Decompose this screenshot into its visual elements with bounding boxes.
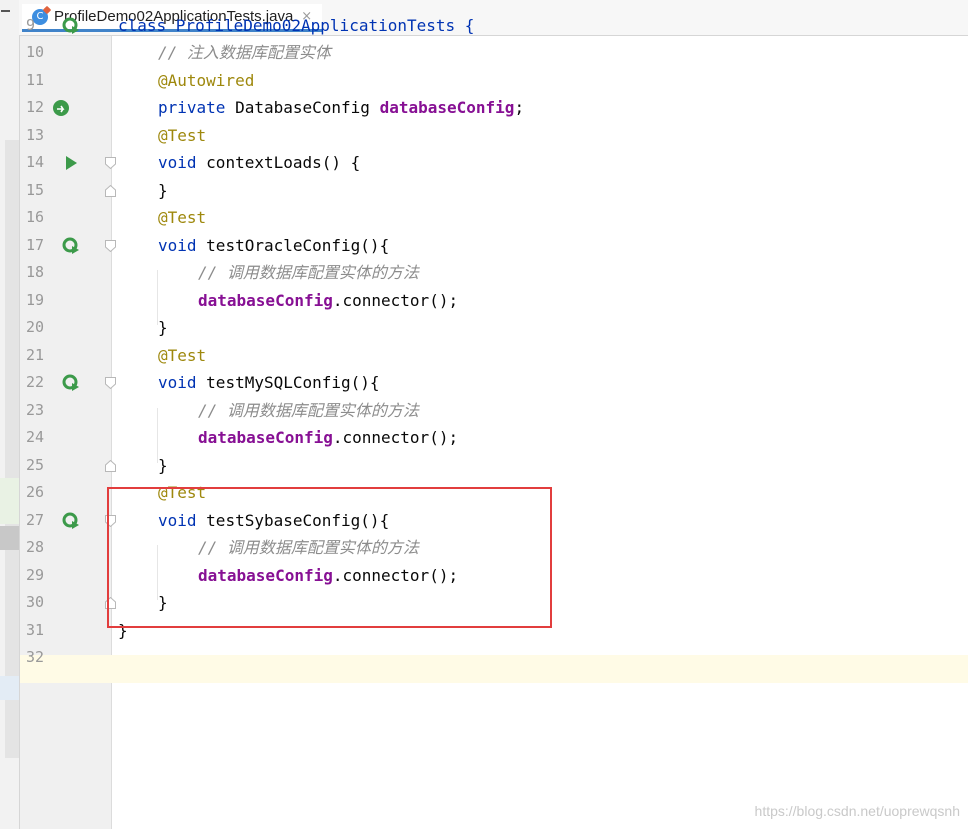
line-number: 26	[26, 483, 45, 501]
line-number: 31	[26, 621, 45, 639]
navigate-bean-icon[interactable]	[52, 99, 70, 117]
fold-icon[interactable]	[105, 240, 116, 252]
keyword: void	[158, 236, 197, 255]
field-name: databaseConfig	[198, 291, 333, 310]
code-line: 13 @Test	[0, 122, 968, 150]
closing-brace: }	[158, 318, 168, 337]
run-test-passed-icon[interactable]	[62, 237, 80, 255]
closing-brace: }	[158, 181, 168, 200]
comment: // 调用数据库配置实体的方法	[198, 263, 419, 282]
change-marker	[0, 676, 19, 700]
annotation: @Test	[158, 208, 207, 227]
code-line: 21 @Test	[0, 342, 968, 370]
code-line: 12 private DatabaseConfig databaseConfig…	[0, 94, 968, 122]
method-call: databaseConfig.connector();	[198, 287, 458, 315]
class-declaration: class ProfileDemo02ApplicationTests {	[118, 16, 475, 35]
line-number: 12	[26, 98, 45, 116]
annotation: @Autowired	[158, 71, 255, 90]
method-call: databaseConfig.connector();	[198, 424, 458, 452]
annotation: @Test	[158, 126, 207, 145]
code-line: 25 }	[0, 452, 968, 480]
line-number: 20	[26, 318, 45, 336]
run-test-class-icon[interactable]	[62, 17, 80, 35]
line-number: 10	[26, 43, 45, 61]
code-line: 15 }	[0, 177, 968, 205]
line-number: 24	[26, 428, 45, 446]
run-test-passed-icon[interactable]	[62, 512, 80, 530]
annotation-highlight-box	[107, 487, 552, 628]
line-number: 29	[26, 566, 45, 584]
line-number: 27	[26, 511, 45, 529]
annotation: @Test	[158, 346, 207, 365]
semicolon: ;	[514, 98, 525, 117]
line-number: 18	[26, 263, 45, 281]
comment: // 调用数据库配置实体的方法	[198, 401, 419, 420]
code-line: 32	[0, 644, 968, 672]
fold-icon[interactable]	[105, 377, 116, 389]
line-number: 25	[26, 456, 45, 474]
line-number: 16	[26, 208, 45, 226]
call-expression: .connector();	[332, 428, 459, 447]
comment: // 注入数据库配置实体	[158, 43, 331, 62]
line-number: 22	[26, 373, 45, 391]
method-signature: testMySQLConfig(){	[206, 373, 380, 392]
field-declaration: private DatabaseConfig databaseConfig;	[158, 94, 524, 122]
line-number: 30	[26, 593, 45, 611]
code-line: 17 void testOracleConfig(){	[0, 232, 968, 260]
line-number: 15	[26, 181, 45, 199]
code-line: 19 databaseConfig.connector();	[0, 287, 968, 315]
run-test-icon[interactable]	[62, 154, 80, 172]
keyword: private	[158, 98, 226, 117]
method-signature: testOracleConfig(){	[206, 236, 390, 255]
code-line: 22 void testMySQLConfig(){	[0, 369, 968, 397]
fold-end-icon[interactable]	[105, 460, 116, 472]
line-number: 17	[26, 236, 45, 254]
line-number: 28	[26, 538, 45, 556]
line-number: 14	[26, 153, 45, 171]
run-test-passed-icon[interactable]	[62, 374, 80, 392]
line-number: 21	[26, 346, 45, 364]
code-line: 16 @Test	[0, 204, 968, 232]
code-line: 11 @Autowired	[0, 67, 968, 95]
code-line: 14 void contextLoads() {	[0, 149, 968, 177]
line-number: 13	[26, 126, 45, 144]
fold-icon[interactable]	[105, 157, 116, 169]
method-signature: contextLoads() {	[206, 153, 361, 172]
code-line: 9 class ProfileDemo02ApplicationTests {	[0, 12, 968, 40]
call-expression: .connector();	[332, 291, 459, 310]
code-line: 23 // 调用数据库配置实体的方法	[0, 397, 968, 425]
field-name: databaseConfig	[198, 428, 333, 447]
line-number: 11	[26, 71, 45, 89]
fold-end-icon[interactable]	[105, 185, 116, 197]
code-line: 18 // 调用数据库配置实体的方法	[0, 259, 968, 287]
method-declaration: void testMySQLConfig(){	[158, 369, 380, 397]
line-number: 23	[26, 401, 45, 419]
keyword: void	[158, 373, 197, 392]
code-line: 20 }	[0, 314, 968, 342]
type-name: DatabaseConfig	[235, 98, 370, 117]
code-line: 24 databaseConfig.connector();	[0, 424, 968, 452]
method-declaration: void testOracleConfig(){	[158, 232, 389, 260]
line-number: 19	[26, 291, 45, 309]
method-declaration: void contextLoads() {	[158, 149, 360, 177]
closing-brace: }	[158, 456, 168, 475]
line-number: 9	[26, 16, 36, 34]
code-line: 10 // 注入数据库配置实体	[0, 39, 968, 67]
watermark: https://blog.csdn.net/uoprewqsnh	[754, 803, 960, 819]
line-number: 32	[26, 648, 45, 666]
field-name: databaseConfig	[379, 98, 515, 117]
keyword: void	[158, 153, 197, 172]
